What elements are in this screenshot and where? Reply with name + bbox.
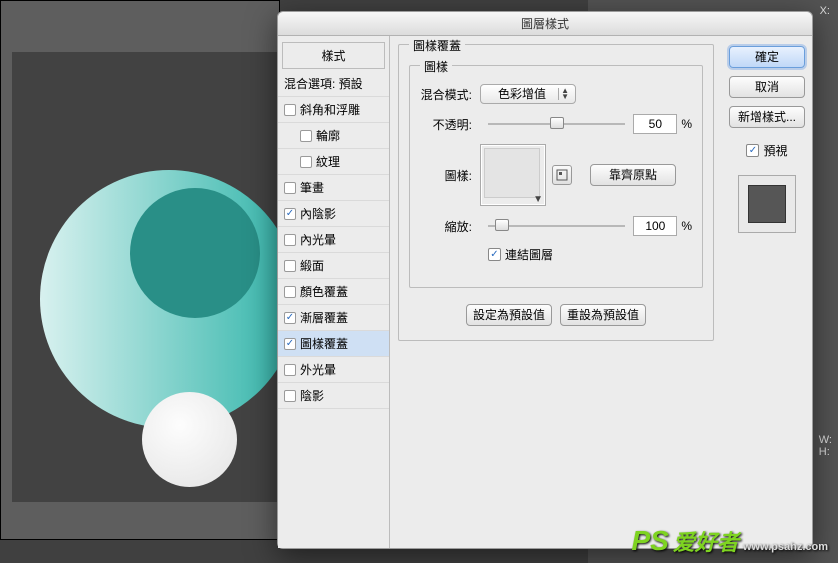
link-layer-label: 連結圖層	[505, 246, 553, 263]
checkbox-icon[interactable]	[284, 104, 296, 116]
style-item-label: 紋理	[316, 153, 340, 170]
reset-default-button[interactable]: 重設為預設值	[560, 304, 646, 326]
preview-label: 預視	[763, 142, 787, 159]
opacity-slider[interactable]	[488, 115, 625, 133]
watermark: PS 爱好者 www.psahz.com	[631, 525, 828, 557]
checkbox-icon[interactable]	[300, 130, 312, 142]
style-item-inner_glow[interactable]: 內光暈	[278, 227, 389, 253]
checkbox-icon[interactable]	[284, 286, 296, 298]
canvas-area	[12, 52, 307, 502]
style-item-label: 內陰影	[300, 205, 336, 222]
style-item-satin[interactable]: 緞面	[278, 253, 389, 279]
percent-label-2: %	[681, 219, 692, 233]
blend-options-item[interactable]: 混合選項: 預設	[278, 71, 389, 97]
scale-input[interactable]: 100	[633, 216, 677, 236]
link-layer-checkbox[interactable]: ✓	[488, 248, 501, 261]
style-item-label: 漸層覆蓋	[300, 309, 348, 326]
style-item-label: 內光暈	[300, 231, 336, 248]
style-item-bevel[interactable]: 斜角和浮雕	[278, 97, 389, 123]
pattern-overlay-fieldset: 圖樣覆蓋 圖樣 混合模式: 色彩增值 ▲▼ 不透明:	[398, 44, 714, 341]
settings-panel: 圖樣覆蓋 圖樣 混合模式: 色彩增值 ▲▼ 不透明:	[390, 36, 722, 548]
styles-header[interactable]: 樣式	[282, 42, 385, 69]
style-item-label: 筆畫	[300, 179, 324, 196]
scale-slider[interactable]	[488, 217, 625, 235]
blend-mode-label: 混合模式:	[420, 86, 480, 103]
checkbox-icon[interactable]	[284, 390, 296, 402]
coord-labels: X:	[820, 4, 830, 18]
checkbox-icon[interactable]	[300, 156, 312, 168]
style-item-gradient_overlay[interactable]: ✓ 漸層覆蓋	[278, 305, 389, 331]
style-item-label: 外光暈	[300, 361, 336, 378]
style-item-outer_glow[interactable]: 外光暈	[278, 357, 389, 383]
style-item-label: 輪廓	[316, 127, 340, 144]
style-item-color_overlay[interactable]: 顏色覆蓋	[278, 279, 389, 305]
pattern-fieldset: 圖樣 混合模式: 色彩增值 ▲▼ 不透明: 50	[409, 65, 703, 288]
style-item-stroke[interactable]: 筆畫	[278, 175, 389, 201]
percent-label: %	[681, 117, 692, 131]
new-pattern-button[interactable]	[552, 165, 572, 185]
style-item-drop_shadow[interactable]: 陰影	[278, 383, 389, 409]
preview-swatch	[738, 175, 796, 233]
checkbox-icon[interactable]	[284, 364, 296, 376]
sub-title: 圖樣	[420, 58, 452, 75]
scale-label: 縮放:	[420, 218, 480, 235]
chevron-down-icon: ▼	[533, 194, 543, 205]
checkbox-icon[interactable]	[284, 234, 296, 246]
dialog-title: 圖層樣式	[278, 12, 812, 36]
style-item-pattern_overlay[interactable]: ✓ 圖樣覆蓋	[278, 331, 389, 357]
style-item-inner_shadow[interactable]: ✓ 內陰影	[278, 201, 389, 227]
styles-list: 樣式 混合選項: 預設 斜角和浮雕輪廓紋理筆畫 ✓ 內陰影內光暈緞面顏色覆蓋 ✓ 漸層覆…	[278, 36, 390, 548]
section-title: 圖樣覆蓋	[409, 37, 465, 54]
opacity-input[interactable]: 50	[633, 114, 677, 134]
artwork-yinyang	[40, 170, 298, 428]
new-style-button[interactable]: 新增樣式...	[729, 106, 805, 128]
style-item-label: 顏色覆蓋	[300, 283, 348, 300]
make-default-button[interactable]: 設定為預設值	[466, 304, 552, 326]
pattern-swatch[interactable]: ▼	[480, 144, 546, 206]
preview-checkbox[interactable]: ✓	[746, 144, 759, 157]
pattern-label: 圖樣:	[420, 167, 480, 184]
new-preset-icon	[556, 169, 568, 181]
ok-button[interactable]: 確定	[729, 46, 805, 68]
blend-mode-select[interactable]: 色彩增值 ▲▼	[480, 84, 576, 104]
checkbox-icon[interactable]: ✓	[284, 208, 296, 220]
layer-style-dialog: 圖層樣式 樣式 混合選項: 預設 斜角和浮雕輪廓紋理筆畫 ✓ 內陰影內光暈緞面顏色覆…	[277, 11, 813, 549]
style-item-label: 斜角和浮雕	[300, 101, 360, 118]
checkbox-icon[interactable]: ✓	[284, 338, 296, 350]
wh-labels: W:H:	[819, 434, 832, 458]
checkbox-icon[interactable]	[284, 260, 296, 272]
style-item-label: 圖樣覆蓋	[300, 335, 348, 352]
style-item-label: 陰影	[300, 387, 324, 404]
style-item-texture[interactable]: 紋理	[278, 149, 389, 175]
cancel-button[interactable]: 取消	[729, 76, 805, 98]
checkbox-icon[interactable]: ✓	[284, 312, 296, 324]
style-item-label: 緞面	[300, 257, 324, 274]
opacity-label: 不透明:	[420, 116, 480, 133]
dialog-buttons: 確定 取消 新增樣式... ✓ 預視	[722, 36, 812, 548]
snap-origin-button[interactable]: 靠齊原點	[590, 164, 676, 186]
style-item-contour[interactable]: 輪廓	[278, 123, 389, 149]
checkbox-icon[interactable]	[284, 182, 296, 194]
